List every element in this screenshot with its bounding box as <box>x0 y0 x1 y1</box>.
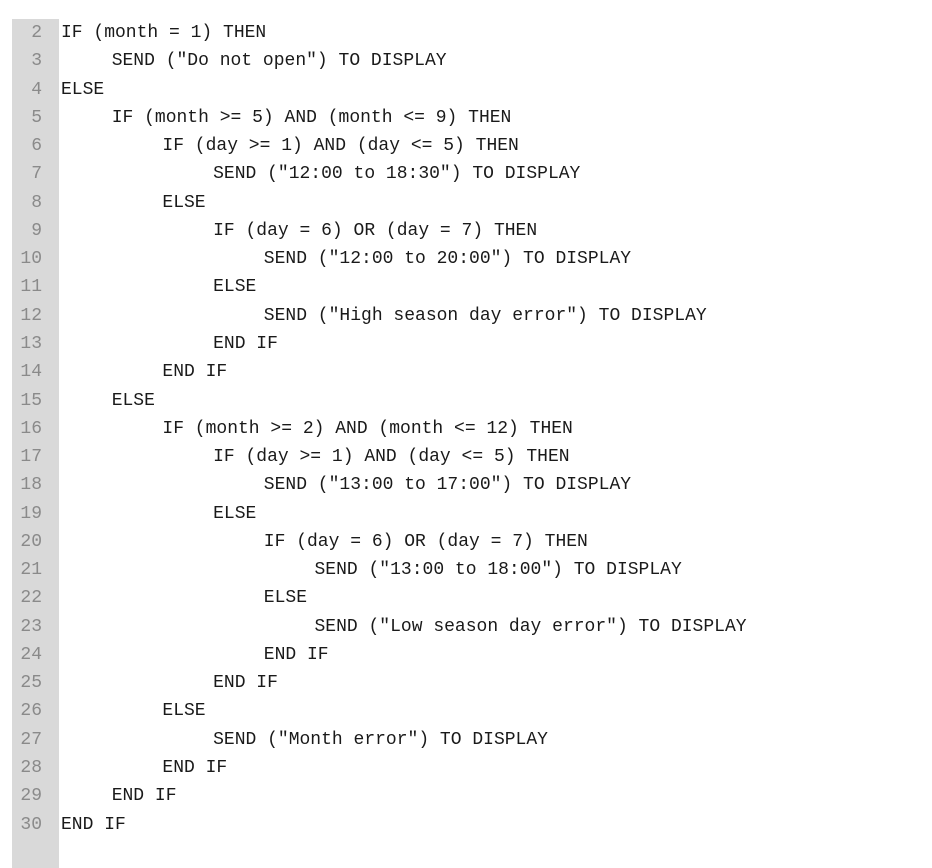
line-number: 6 <box>31 136 42 157</box>
line-number: 23 <box>20 616 42 637</box>
code-text: END IF <box>263 644 329 665</box>
code-line: 18 SEND ("13:00 to 17:00") TO DISPLAY <box>0 471 932 499</box>
code-line: 15 ELSE <box>0 387 932 415</box>
code-text: ELSE <box>263 588 308 609</box>
code-text: SEND ("12:00 to 20:00") TO DISPLAY <box>263 249 632 270</box>
code-text: END IF <box>213 673 278 694</box>
line-number: 25 <box>20 673 42 694</box>
code-line: 30 END IF <box>0 811 932 839</box>
line-number: 26 <box>20 701 42 722</box>
code-text: SEND ("Do not open") TO DISPLAY <box>111 51 447 72</box>
code-line: 23 SEND ("Low season day error") TO DISPL… <box>0 613 932 641</box>
code-text: IF (month >= 2) AND (month <= 12) THEN <box>162 418 573 439</box>
line-number: 12 <box>20 305 42 326</box>
code-line: 26 ELSE <box>0 697 932 725</box>
line-number: 3 <box>31 51 42 72</box>
code-line: 28 END IF <box>0 754 932 782</box>
code-text: IF (day >= 1) AND (day <= 5) THEN <box>162 136 519 157</box>
code-line: 21 SEND ("13:00 to 18:00") TO DISPLAY <box>0 556 932 584</box>
line-number: 29 <box>20 786 42 807</box>
line-number: 8 <box>31 192 42 213</box>
code-text: SEND ("13:00 to 17:00") TO DISPLAY <box>263 475 632 496</box>
code-text: ELSE <box>213 277 257 298</box>
code-text: END IF <box>61 814 126 835</box>
line-number: 5 <box>31 107 42 128</box>
code-line: 17 IF (day >= 1) AND (day <= 5) THEN <box>0 443 932 471</box>
code-text: END IF <box>162 362 228 383</box>
code-line: 19 ELSE <box>0 500 932 528</box>
code-line: 5 IF (month >= 5) AND (month <= 9) THEN <box>0 104 932 132</box>
line-number: 16 <box>20 418 42 439</box>
code-text: SEND ("Month error") TO DISPLAY <box>213 729 548 750</box>
code-text: SEND ("High season day error") TO DISPLA… <box>263 305 707 326</box>
code-line: 13 END IF <box>0 330 932 358</box>
line-number: 30 <box>20 814 42 835</box>
code-line: 25 END IF <box>0 669 932 697</box>
code-text: IF (day = 6) OR (day = 7) THEN <box>213 220 538 241</box>
code-line: 3 SEND ("Do not open") TO DISPLAY <box>0 47 932 75</box>
line-number: 21 <box>20 560 42 581</box>
line-number: 10 <box>20 249 42 270</box>
code-line: 10 SEND ("12:00 to 20:00") TO DISPLAY <box>0 245 932 273</box>
code-text: IF (day >= 1) AND (day <= 5) THEN <box>213 447 570 468</box>
code-line: 20 IF (day = 6) OR (day = 7) THEN <box>0 528 932 556</box>
line-number: 4 <box>31 79 42 100</box>
code-text: END IF <box>162 758 228 779</box>
code-text: SEND ("Low season day error") TO DISPLAY <box>314 616 747 637</box>
line-number: 22 <box>20 588 42 609</box>
code-line: 29 END IF <box>0 782 932 810</box>
line-number: 2 <box>31 23 42 43</box>
line-number: 20 <box>20 531 42 552</box>
code-line: 22 ELSE <box>0 584 932 612</box>
line-number: 9 <box>31 220 42 241</box>
code-line: 12 SEND ("High season day error") TO DISP… <box>0 302 932 330</box>
code-line: 24 END IF <box>0 641 932 669</box>
code-line: 7 SEND ("12:00 to 18:30") TO DISPLAY <box>0 160 932 188</box>
code-line: 11 ELSE <box>0 273 932 301</box>
code-line: 4 ELSE <box>0 76 932 104</box>
code-text: ELSE <box>213 503 257 524</box>
code-text: SEND ("13:00 to 18:00") TO DISPLAY <box>314 560 682 581</box>
code-line: 6 IF (day >= 1) AND (day <= 5) THEN <box>0 132 932 160</box>
code-text: ELSE <box>162 701 206 722</box>
line-number: 24 <box>20 644 42 665</box>
line-number: 28 <box>20 758 42 779</box>
code-line: 2 IF (month = 1) THEN <box>0 19 932 47</box>
code-line: 9 IF (day = 6) OR (day = 7) THEN <box>0 217 932 245</box>
code-text: SEND ("12:00 to 18:30") TO DISPLAY <box>213 164 581 185</box>
line-number: 18 <box>20 475 42 496</box>
code-text: ELSE <box>111 390 155 411</box>
code-listing: 2 IF (month = 1) THEN 3 SEND ("Do not open"… <box>0 19 932 868</box>
line-number: 27 <box>20 729 42 750</box>
line-number: 15 <box>20 390 42 411</box>
line-number: 14 <box>20 362 42 383</box>
code-text: END IF <box>213 333 278 354</box>
code-text: IF (month = 1) THEN <box>61 23 267 43</box>
code-text: END IF <box>111 786 177 807</box>
line-number: 11 <box>20 277 42 298</box>
code-line: 27 SEND ("Month error") TO DISPLAY <box>0 726 932 754</box>
code-text: ELSE <box>162 192 206 213</box>
line-number: 7 <box>31 164 42 185</box>
code-text: IF (day = 6) OR (day = 7) THEN <box>263 531 588 552</box>
line-number: 13 <box>20 333 42 354</box>
code-line: 16 IF (month >= 2) AND (month <= 12) THEN <box>0 415 932 443</box>
code-text: ELSE <box>61 79 105 100</box>
code-line: 14 END IF <box>0 358 932 386</box>
line-number: 17 <box>20 447 42 468</box>
line-number: 19 <box>20 503 42 524</box>
code-line: 8 ELSE <box>0 189 932 217</box>
code-text: IF (month >= 5) AND (month <= 9) THEN <box>111 107 512 128</box>
